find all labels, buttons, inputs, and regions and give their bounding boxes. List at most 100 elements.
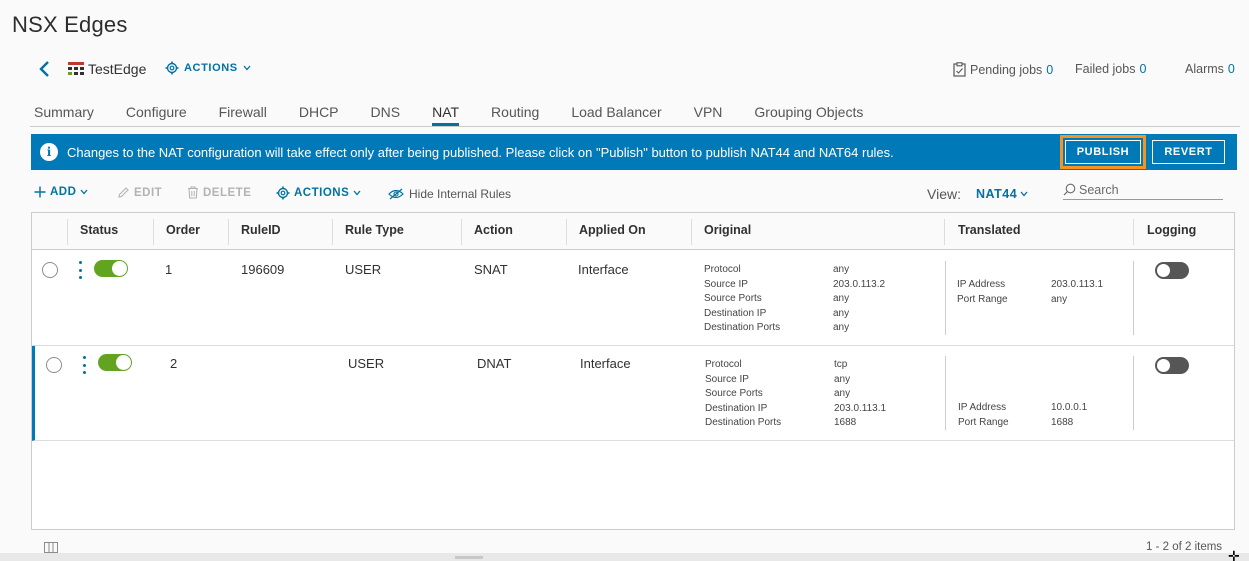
tab-configure[interactable]: Configure [126,96,187,126]
hide-internal-rules-label: Hide Internal Rules [409,187,512,201]
translated-key: Port Range [957,293,1008,305]
column-header-original[interactable]: Original [704,223,751,237]
original-value: any [833,293,850,304]
rule-actions-label: ACTIONS [294,187,350,199]
translated-values: 203.0.113.1 any [1051,278,1103,307]
column-header-status[interactable]: Status [80,223,118,237]
tab-dhcp[interactable]: DHCP [299,96,339,126]
original-value: tcp [834,359,848,370]
row-menu-kebab-icon[interactable] [80,356,88,374]
row-select-radio[interactable] [42,262,58,278]
rule-actions-menu[interactable]: ACTIONS [276,186,361,200]
chevron-down-icon [80,189,88,195]
logging-toggle[interactable] [1155,262,1189,279]
original-key: Source Ports [704,293,762,304]
banner-message: Changes to the NAT configuration will ta… [67,144,894,160]
tab-load-balancer[interactable]: Load Balancer [571,96,661,126]
bottom-panel-bar [0,553,1249,561]
column-separator [228,219,229,245]
add-label: ADD [50,186,77,198]
logging-divider [1133,356,1134,430]
search-input[interactable] [1079,182,1219,197]
publish-button[interactable]: PUBLISH [1060,135,1146,169]
cell-ruleid: 196609 [241,262,285,277]
revert-button[interactable]: REVERT [1152,140,1225,164]
translated-values: 10.0.0.1 1688 [1051,401,1087,430]
column-header-action[interactable]: Action [474,223,513,237]
original-value: any [833,307,850,319]
table-row[interactable]: 1 196609 USER SNAT Interface Protocol So… [32,251,1234,346]
failed-jobs-label: Failed jobs [1075,62,1136,76]
column-toggle-icon[interactable] [44,542,58,553]
delete-label: DELETE [203,186,252,199]
cell-order: 2 [170,356,178,371]
original-key: Source IP [705,373,749,385]
tab-grouping-objects[interactable]: Grouping Objects [754,96,863,126]
original-keys: Protocol Source IP Source Ports Destinat… [704,263,780,336]
edit-button[interactable]: EDIT [117,186,162,199]
logging-toggle[interactable] [1155,357,1189,374]
cell-action: DNAT [477,356,512,371]
hide-internal-rules-toggle[interactable]: Hide Internal Rules [388,187,511,201]
original-key: Source Ports [705,388,763,399]
column-header-order[interactable]: Order [166,223,200,237]
original-values: any 203.0.113.2 any any any [833,263,885,336]
alarms[interactable]: Alarms 0 [1185,62,1235,76]
tab-summary[interactable]: Summary [34,96,94,126]
tab-firewall[interactable]: Firewall [219,96,267,126]
back-icon [39,61,49,77]
column-header-translated[interactable]: Translated [958,223,1021,237]
back-button[interactable] [34,57,54,81]
status-toggle[interactable] [94,260,128,277]
alarms-count[interactable]: 0 [1228,62,1235,76]
pencil-icon [118,187,129,198]
pending-jobs[interactable]: Pending jobs 0 [953,62,1053,77]
row-menu-kebab-icon[interactable] [76,261,84,279]
edge-name: TestEdge [88,61,147,77]
delete-button[interactable]: DELETE [187,186,251,199]
translated-value: any [1051,293,1068,305]
cell-order: 1 [165,262,173,277]
original-key: Destination IP [704,307,767,319]
cell-rule-type: USER [345,262,382,277]
column-separator [566,219,567,245]
chevron-down-icon [353,190,361,196]
original-key: Source IP [704,278,748,290]
clipboard-icon [953,62,966,77]
column-separator [332,219,333,245]
table-row[interactable]: 2 USER DNAT Interface Protocol Source IP… [32,346,1234,441]
column-separator [691,219,692,245]
column-header-logging[interactable]: Logging [1147,223,1196,237]
status-toggle[interactable] [98,354,132,371]
edge-actions-menu[interactable]: ACTIONS [165,61,251,75]
tab-vpn[interactable]: VPN [694,96,723,126]
search-field[interactable] [1063,180,1223,200]
pending-jobs-count[interactable]: 0 [1046,63,1053,77]
translated-key: IP Address [957,279,1006,290]
page-title: NSX Edges [12,12,128,37]
original-values: tcp any any 203.0.113.1 1688 [834,358,886,431]
translated-keys: IP Address Port Range [957,278,1008,307]
tab-nat[interactable]: NAT [432,96,459,126]
view-select[interactable]: NAT44 [976,187,1028,201]
failed-jobs-count[interactable]: 0 [1139,62,1146,76]
gear-icon [276,186,290,200]
column-header-rule-type[interactable]: Rule Type [345,223,404,237]
grid-header: Status Order RuleID Rule Type Action App… [32,213,1234,250]
tab-routing[interactable]: Routing [491,96,539,126]
add-button[interactable]: ADD [34,186,88,198]
move-cursor-icon: ✛ [1228,548,1240,561]
resize-handle[interactable] [455,556,483,559]
column-header-ruleid[interactable]: RuleID [241,223,281,237]
tab-dns[interactable]: DNS [371,96,401,126]
pending-jobs-label: Pending jobs [970,62,1043,77]
column-header-applied-on[interactable]: Applied On [579,223,646,237]
column-separator [944,219,945,245]
chevron-down-icon [1020,191,1028,197]
original-value: any [834,388,851,399]
translated-value: 203.0.113.1 [1051,279,1104,290]
column-separator [1133,219,1134,245]
tab-bar: Summary Configure Firewall DHCP DNS NAT … [34,96,895,126]
failed-jobs[interactable]: Failed jobs 0 [1075,62,1146,76]
row-select-radio[interactable] [46,357,62,373]
